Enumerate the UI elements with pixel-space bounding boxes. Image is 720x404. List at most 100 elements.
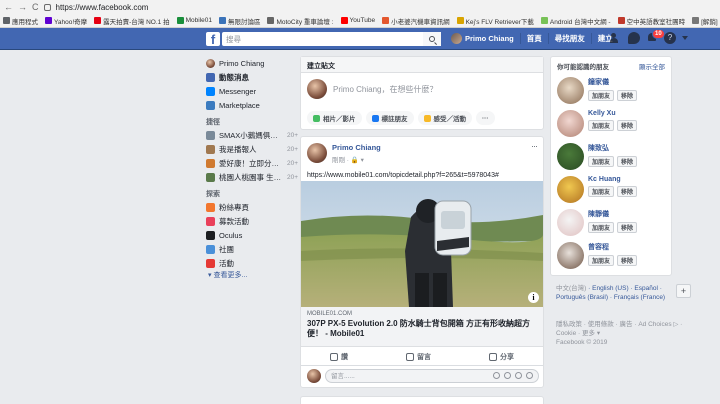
remove-button[interactable]: 移除: [617, 222, 638, 233]
camera-icon[interactable]: [504, 372, 511, 379]
search-button[interactable]: [423, 32, 441, 46]
see-all-link[interactable]: 顯示全部: [639, 61, 665, 71]
bookmark-item[interactable]: Yahoo!奇摩: [45, 16, 87, 26]
like-button[interactable]: 讚: [330, 352, 348, 362]
person-name[interactable]: Kc Huang: [588, 176, 637, 183]
person-name[interactable]: 陳致弘: [588, 143, 637, 153]
person-name[interactable]: 陳靜儀: [588, 209, 637, 219]
remove-button[interactable]: 移除: [617, 120, 638, 131]
bookmark-item[interactable]: Mobile01: [176, 17, 212, 24]
bookmark-item[interactable]: [解銷]: [692, 16, 718, 26]
more-options-button[interactable]: ···: [476, 111, 495, 125]
bookmark-item[interactable]: Kej's FLV Retriever下載: [456, 16, 534, 26]
bookmark-item[interactable]: 應用程式: [3, 16, 38, 26]
composer-chip[interactable]: 感受／活動: [417, 111, 472, 125]
emoji-icon[interactable]: [493, 372, 500, 379]
bookmark-item[interactable]: YouTube: [340, 17, 375, 24]
info-icon[interactable]: i: [528, 292, 539, 303]
shortcut-item[interactable]: SMAX小鵝媽俱樂... 20+: [206, 128, 298, 142]
person-avatar[interactable]: [557, 176, 584, 203]
sticker-icon[interactable]: [526, 372, 533, 379]
help-icon[interactable]: ?: [664, 32, 676, 44]
home-link[interactable]: 首頁: [527, 33, 542, 44]
remove-button[interactable]: 移除: [617, 90, 638, 101]
bookmark-item[interactable]: MotoCity 重車論壇 :: [267, 16, 334, 26]
add-friend-button[interactable]: 加朋友: [588, 222, 615, 233]
remove-button[interactable]: 移除: [617, 156, 638, 167]
notification-badge: 10: [652, 29, 665, 39]
forward-arrow-icon[interactable]: →: [18, 2, 27, 12]
shortcut-item[interactable]: 我是播報人 20+: [206, 142, 298, 156]
add-friend-label: 加朋友: [592, 259, 611, 265]
shortcut-item[interactable]: 愛好康！立即分享... 20+: [206, 156, 298, 170]
language-link[interactable]: English (US): [592, 285, 628, 292]
add-friend-button[interactable]: 加朋友: [588, 120, 615, 131]
sidebar-item[interactable]: 動態消息: [206, 70, 298, 84]
person-name[interactable]: 鐘家儀: [588, 77, 637, 87]
composer-chip[interactable]: 標註朋友: [365, 111, 414, 125]
bookmark-item[interactable]: 小老婆汽機車資訊網: [382, 16, 450, 26]
person-avatar[interactable]: [557, 110, 584, 137]
user-avatar[interactable]: [451, 33, 462, 44]
remove-button[interactable]: 移除: [617, 255, 638, 266]
post-author[interactable]: Primo Chiang: [332, 143, 381, 152]
author-avatar[interactable]: [307, 143, 327, 163]
add-friend-button[interactable]: 加朋友: [588, 156, 615, 167]
link-preview[interactable]: MOBILE01.COM 307P PX-5 Evolution 2.0 防水騎…: [301, 307, 543, 347]
post-meta[interactable]: 剛剛 · 🔒 ▾: [332, 154, 381, 164]
remove-button[interactable]: 移除: [617, 186, 638, 197]
left-sidebar: Primo Chiang 動態消息 Messenger Marketplace 捷徑…: [206, 56, 298, 282]
add-friend-button[interactable]: 加朋友: [588, 186, 615, 197]
composer-chip[interactable]: 相片／影片: [307, 111, 362, 125]
person-name[interactable]: 曾容程: [588, 242, 637, 252]
share-button[interactable]: 分享: [489, 352, 514, 362]
notifications-icon[interactable]: 10: [646, 29, 665, 44]
bookmark-item[interactable]: 空中英語教室社團時: [617, 16, 685, 26]
profile-link[interactable]: Primo Chiang: [465, 34, 514, 43]
sidebar-item-profile[interactable]: Primo Chiang: [206, 56, 298, 70]
url-field[interactable]: https://www.facebook.com: [56, 3, 149, 12]
add-friend-button[interactable]: 加朋友: [588, 255, 615, 266]
post-options-icon[interactable]: ···: [531, 141, 538, 151]
bookmark-item[interactable]: 無限討論區: [218, 16, 260, 26]
explore-item[interactable]: Oculus: [206, 228, 298, 242]
messenger-icon[interactable]: [628, 32, 640, 44]
add-friend-button[interactable]: 加朋友: [588, 90, 615, 101]
bookmark-label: 露天拍賣-台灣 NO.1 拍: [103, 18, 170, 26]
comment-button[interactable]: 留言: [406, 352, 431, 362]
link-title: 307P PX-5 Evolution 2.0 防水騎士背包開箱 方正有形收納超…: [307, 319, 530, 338]
footer-links-more[interactable]: Cookie · 更多 ▾: [556, 329, 696, 338]
sidebar-item[interactable]: Marketplace: [206, 98, 298, 112]
shortcut-item[interactable]: 桃園人桃園事 生活... 20+: [206, 170, 298, 184]
link-preview-image[interactable]: i: [301, 181, 543, 307]
add-language-button[interactable]: +: [676, 284, 691, 298]
language-link[interactable]: Português (Brasil): [556, 294, 608, 301]
explore-item[interactable]: 募款活動: [206, 214, 298, 228]
friend-requests-icon[interactable]: [610, 32, 622, 44]
bookmark-item[interactable]: 露天拍賣-台灣 NO.1 拍: [94, 16, 170, 26]
bookmark-item[interactable]: Android 台灣中文網 -: [540, 16, 611, 26]
language-link[interactable]: Español: [634, 285, 658, 292]
gif-icon[interactable]: [515, 372, 522, 379]
back-arrow-icon[interactable]: ←: [4, 2, 13, 12]
person-avatar[interactable]: [557, 242, 584, 269]
find-friends-link[interactable]: 尋找朋友: [555, 33, 585, 44]
explore-item[interactable]: 社團: [206, 242, 298, 256]
person-avatar[interactable]: [557, 143, 584, 170]
link-domain: MOBILE01.COM: [307, 311, 353, 317]
language-link[interactable]: Français (France): [614, 294, 665, 301]
composer-input[interactable]: Primo Chiang，在想些什麼？: [333, 84, 437, 95]
explore-item[interactable]: 活動: [206, 256, 298, 270]
facebook-logo-icon[interactable]: f: [206, 32, 220, 46]
sidebar-item[interactable]: Messenger: [206, 84, 298, 98]
footer-links[interactable]: 隱私政策 · 使用條款 · 廣告 · Ad Choices ▷ ·: [556, 320, 696, 329]
person-name[interactable]: Kelly Xu: [588, 110, 637, 117]
search-input[interactable]: [222, 32, 441, 46]
account-menu-caret-icon[interactable]: [682, 36, 688, 40]
reload-icon[interactable]: C: [32, 2, 39, 12]
person-avatar[interactable]: [557, 209, 584, 236]
see-more-link[interactable]: ▾ 查看更多...: [206, 270, 298, 282]
person-avatar[interactable]: [557, 77, 584, 104]
comment-icon: [406, 353, 414, 361]
explore-item[interactable]: 粉絲專頁: [206, 200, 298, 214]
